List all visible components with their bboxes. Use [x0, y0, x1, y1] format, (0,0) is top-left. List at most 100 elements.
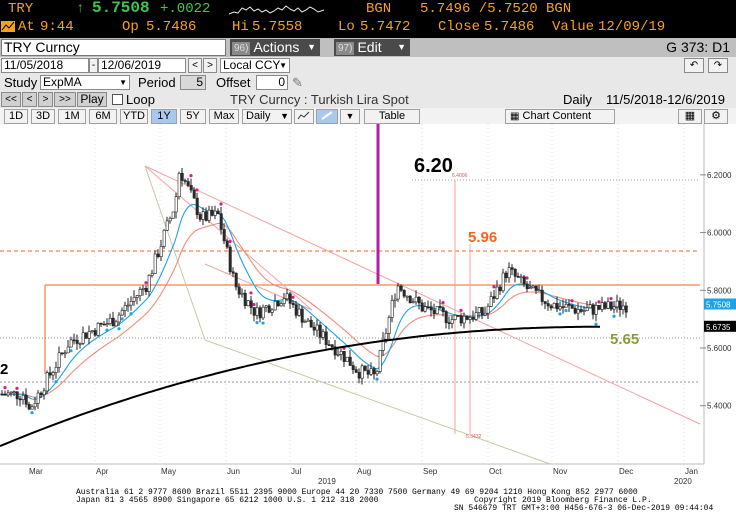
quote-close-label: Close: [438, 19, 481, 35]
play-button[interactable]: Play: [77, 92, 107, 107]
footer-stamp: SN 546679 TRT GMT+3:00 H456-676-3 06-Dec…: [454, 504, 714, 513]
edit-pencil-icon[interactable]: ✎: [292, 74, 303, 91]
candle-body: [42, 390, 46, 395]
candle-body: [249, 300, 253, 308]
signal-marker: [249, 291, 253, 295]
candle-body: [489, 296, 493, 307]
currency-select[interactable]: Local CCY ▼: [220, 58, 290, 73]
candle-body: [372, 368, 376, 375]
candle-body: [270, 309, 274, 313]
grid-view-icon[interactable]: ▦: [678, 109, 702, 124]
chart-content-label: Chart Content: [522, 110, 591, 122]
security-input[interactable]: TRY Curncy: [1, 39, 226, 56]
step-back-button[interactable]: <: [22, 92, 37, 107]
candle-body: [288, 293, 292, 304]
study-select[interactable]: ExpMA ▼: [40, 75, 130, 90]
candle-body: [498, 286, 502, 292]
rewind-button[interactable]: <<: [1, 92, 21, 107]
candle-body: [339, 351, 343, 355]
period-ytd-button[interactable]: YTD: [120, 109, 148, 124]
signal-marker: [144, 281, 148, 285]
end-date-field[interactable]: 12/06/2019: [98, 58, 186, 73]
start-date-field[interactable]: 11/05/2018: [1, 58, 89, 73]
x-tick-label: Apr: [96, 467, 109, 476]
settings-icon[interactable]: ⚙: [704, 109, 728, 124]
period-max-button[interactable]: Max: [209, 109, 239, 124]
offset-field[interactable]: 0: [256, 75, 288, 90]
chart-mini-icon: [0, 19, 16, 36]
candle-body: [225, 240, 229, 248]
frequency-select[interactable]: Daily ▼: [242, 109, 292, 124]
period-1d-button[interactable]: 1D: [4, 109, 28, 124]
table-button[interactable]: Table: [364, 109, 420, 124]
quote-bar: TRY ↑ 5.7508 +.0022 BGN 5.7496 /5.7520 B…: [0, 0, 736, 38]
signal-marker: [228, 239, 232, 244]
step-forward-button[interactable]: >: [38, 92, 53, 107]
candle-body: [387, 317, 391, 334]
price-chart[interactable]: 6.2000 6.0000 5.8000 5.6000 5.4000 Mar Apr May J…: [0, 124, 736, 486]
date-next-button[interactable]: >: [203, 58, 217, 73]
period-1y-button[interactable]: 1Y: [151, 109, 177, 124]
chevron-down-icon[interactable]: ▼: [340, 109, 360, 124]
candle-body: [417, 296, 421, 304]
date-range-label: 11/5/2018-12/6/2019: [606, 92, 726, 107]
chart-title: TRY Curncy : Turkish Lira Spot: [230, 92, 409, 107]
chart-svg[interactable]: 6.2000 6.0000 5.8000 5.6000 5.4000 Mar Apr May J…: [0, 124, 736, 486]
candle-body: [390, 300, 394, 318]
study-label: Study: [4, 75, 38, 90]
x-tick-label: Mar: [29, 467, 43, 476]
quote-ticker: TRY: [8, 1, 34, 17]
candle-body: [459, 315, 463, 324]
chart-annotation: 2: [0, 361, 8, 378]
chevron-down-icon: ▼: [307, 42, 316, 52]
chart-content-button[interactable]: ▦ Chart Content: [505, 109, 615, 124]
candle-body: [123, 305, 127, 311]
quote-value-date: 12/09/19: [598, 19, 666, 35]
candle-body: [621, 305, 625, 310]
candle-body: [510, 267, 514, 270]
period-6m-button[interactable]: 6M: [89, 109, 117, 124]
period-label: Period: [138, 75, 176, 90]
period-5y-button[interactable]: 5Y: [180, 109, 206, 124]
candle-body: [66, 346, 70, 354]
redo-icon[interactable]: ↷: [708, 58, 728, 73]
chart-type-icon[interactable]: [294, 109, 314, 124]
candle-body: [60, 352, 64, 355]
actions-menu-button[interactable]: 96) Actions ▼: [230, 39, 320, 56]
candle-body: [309, 319, 313, 328]
candle-body: [15, 391, 19, 400]
offset-label: Offset: [216, 75, 251, 90]
signal-marker: [195, 188, 199, 192]
candle-body: [504, 272, 508, 279]
chart-overlays: [0, 124, 705, 465]
signal-marker: [69, 349, 73, 353]
period-3d-button[interactable]: 3D: [31, 109, 55, 124]
candle-body: [84, 332, 88, 339]
candle-body: [423, 306, 427, 312]
candle-body: [327, 344, 331, 346]
title-bar: TRY Curncy 96) Actions ▼ 97) Edit ▼ G 373:…: [0, 38, 736, 57]
date-prev-button[interactable]: <: [188, 58, 202, 73]
candle-body: [21, 395, 25, 400]
candle-body: [210, 209, 214, 216]
fast-forward-button[interactable]: >>: [54, 92, 76, 107]
undo-icon[interactable]: ↶: [684, 58, 704, 73]
edit-menu-button[interactable]: 97) Edit ▼: [334, 39, 410, 56]
candle-body: [306, 319, 310, 322]
candle-body: [555, 303, 559, 310]
candle-body: [519, 276, 523, 279]
signal-marker: [594, 322, 598, 326]
loop-checkbox[interactable]: [112, 94, 123, 105]
signal-marker: [492, 285, 496, 289]
period-1m-button[interactable]: 1M: [58, 109, 86, 124]
candle-body: [486, 306, 490, 314]
signal-marker: [375, 377, 379, 381]
candle-body: [54, 367, 58, 373]
line-style-icon[interactable]: [316, 109, 338, 124]
quote-high-label: Hi: [232, 19, 249, 35]
candle-body: [471, 317, 475, 320]
date-range-row: 11/05/2018 - 12/06/2019 < > Local CCY ▼ …: [0, 57, 736, 74]
candle-body: [348, 356, 352, 366]
period-field[interactable]: 5: [180, 75, 206, 90]
candle-body: [429, 306, 433, 311]
